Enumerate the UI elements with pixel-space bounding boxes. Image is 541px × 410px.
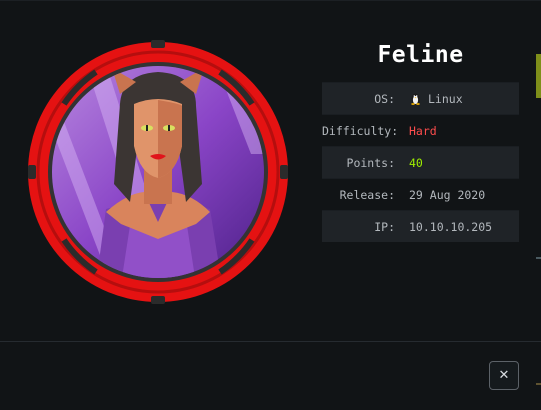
ip-value: 10.10.10.205: [409, 219, 493, 234]
top-divider: [0, 0, 541, 1]
machine-info-modal: Feline OS: Linux Difficulty: Hard Points…: [0, 0, 541, 410]
info-row-difficulty: Difficulty: Hard: [322, 114, 519, 146]
background-accent: [536, 54, 541, 98]
os-value: Linux: [409, 92, 519, 106]
release-label: Release:: [339, 187, 395, 202]
close-icon: ✕: [498, 368, 510, 383]
difficulty-value: Hard: [409, 123, 437, 138]
difficulty-label: Difficulty:: [322, 123, 399, 138]
os-value-text: Linux: [428, 91, 463, 106]
info-row-release: Release: 29 Aug 2020: [322, 178, 519, 210]
machine-name: Feline: [377, 42, 464, 68]
background-mark: [536, 257, 541, 259]
footer-divider: [0, 341, 541, 342]
machine-info-table: OS: Linux Difficulty: Hard Points: 40 Re…: [322, 82, 519, 242]
background-mark: [536, 383, 541, 385]
info-row-ip: IP: 10.10.10.205: [322, 210, 519, 242]
info-row-os: OS: Linux: [322, 82, 519, 114]
points-value: 40: [409, 155, 423, 170]
close-button[interactable]: ✕: [489, 361, 519, 390]
release-value: 29 Aug 2020: [409, 187, 486, 202]
points-label: Points:: [346, 155, 395, 170]
machine-avatar: [26, 34, 290, 310]
ip-label: IP:: [374, 219, 395, 234]
linux-penguin-icon: [411, 93, 420, 105]
os-label: OS:: [374, 91, 395, 106]
feline-avatar-icon: [28, 40, 288, 304]
info-row-points: Points: 40: [322, 146, 519, 178]
